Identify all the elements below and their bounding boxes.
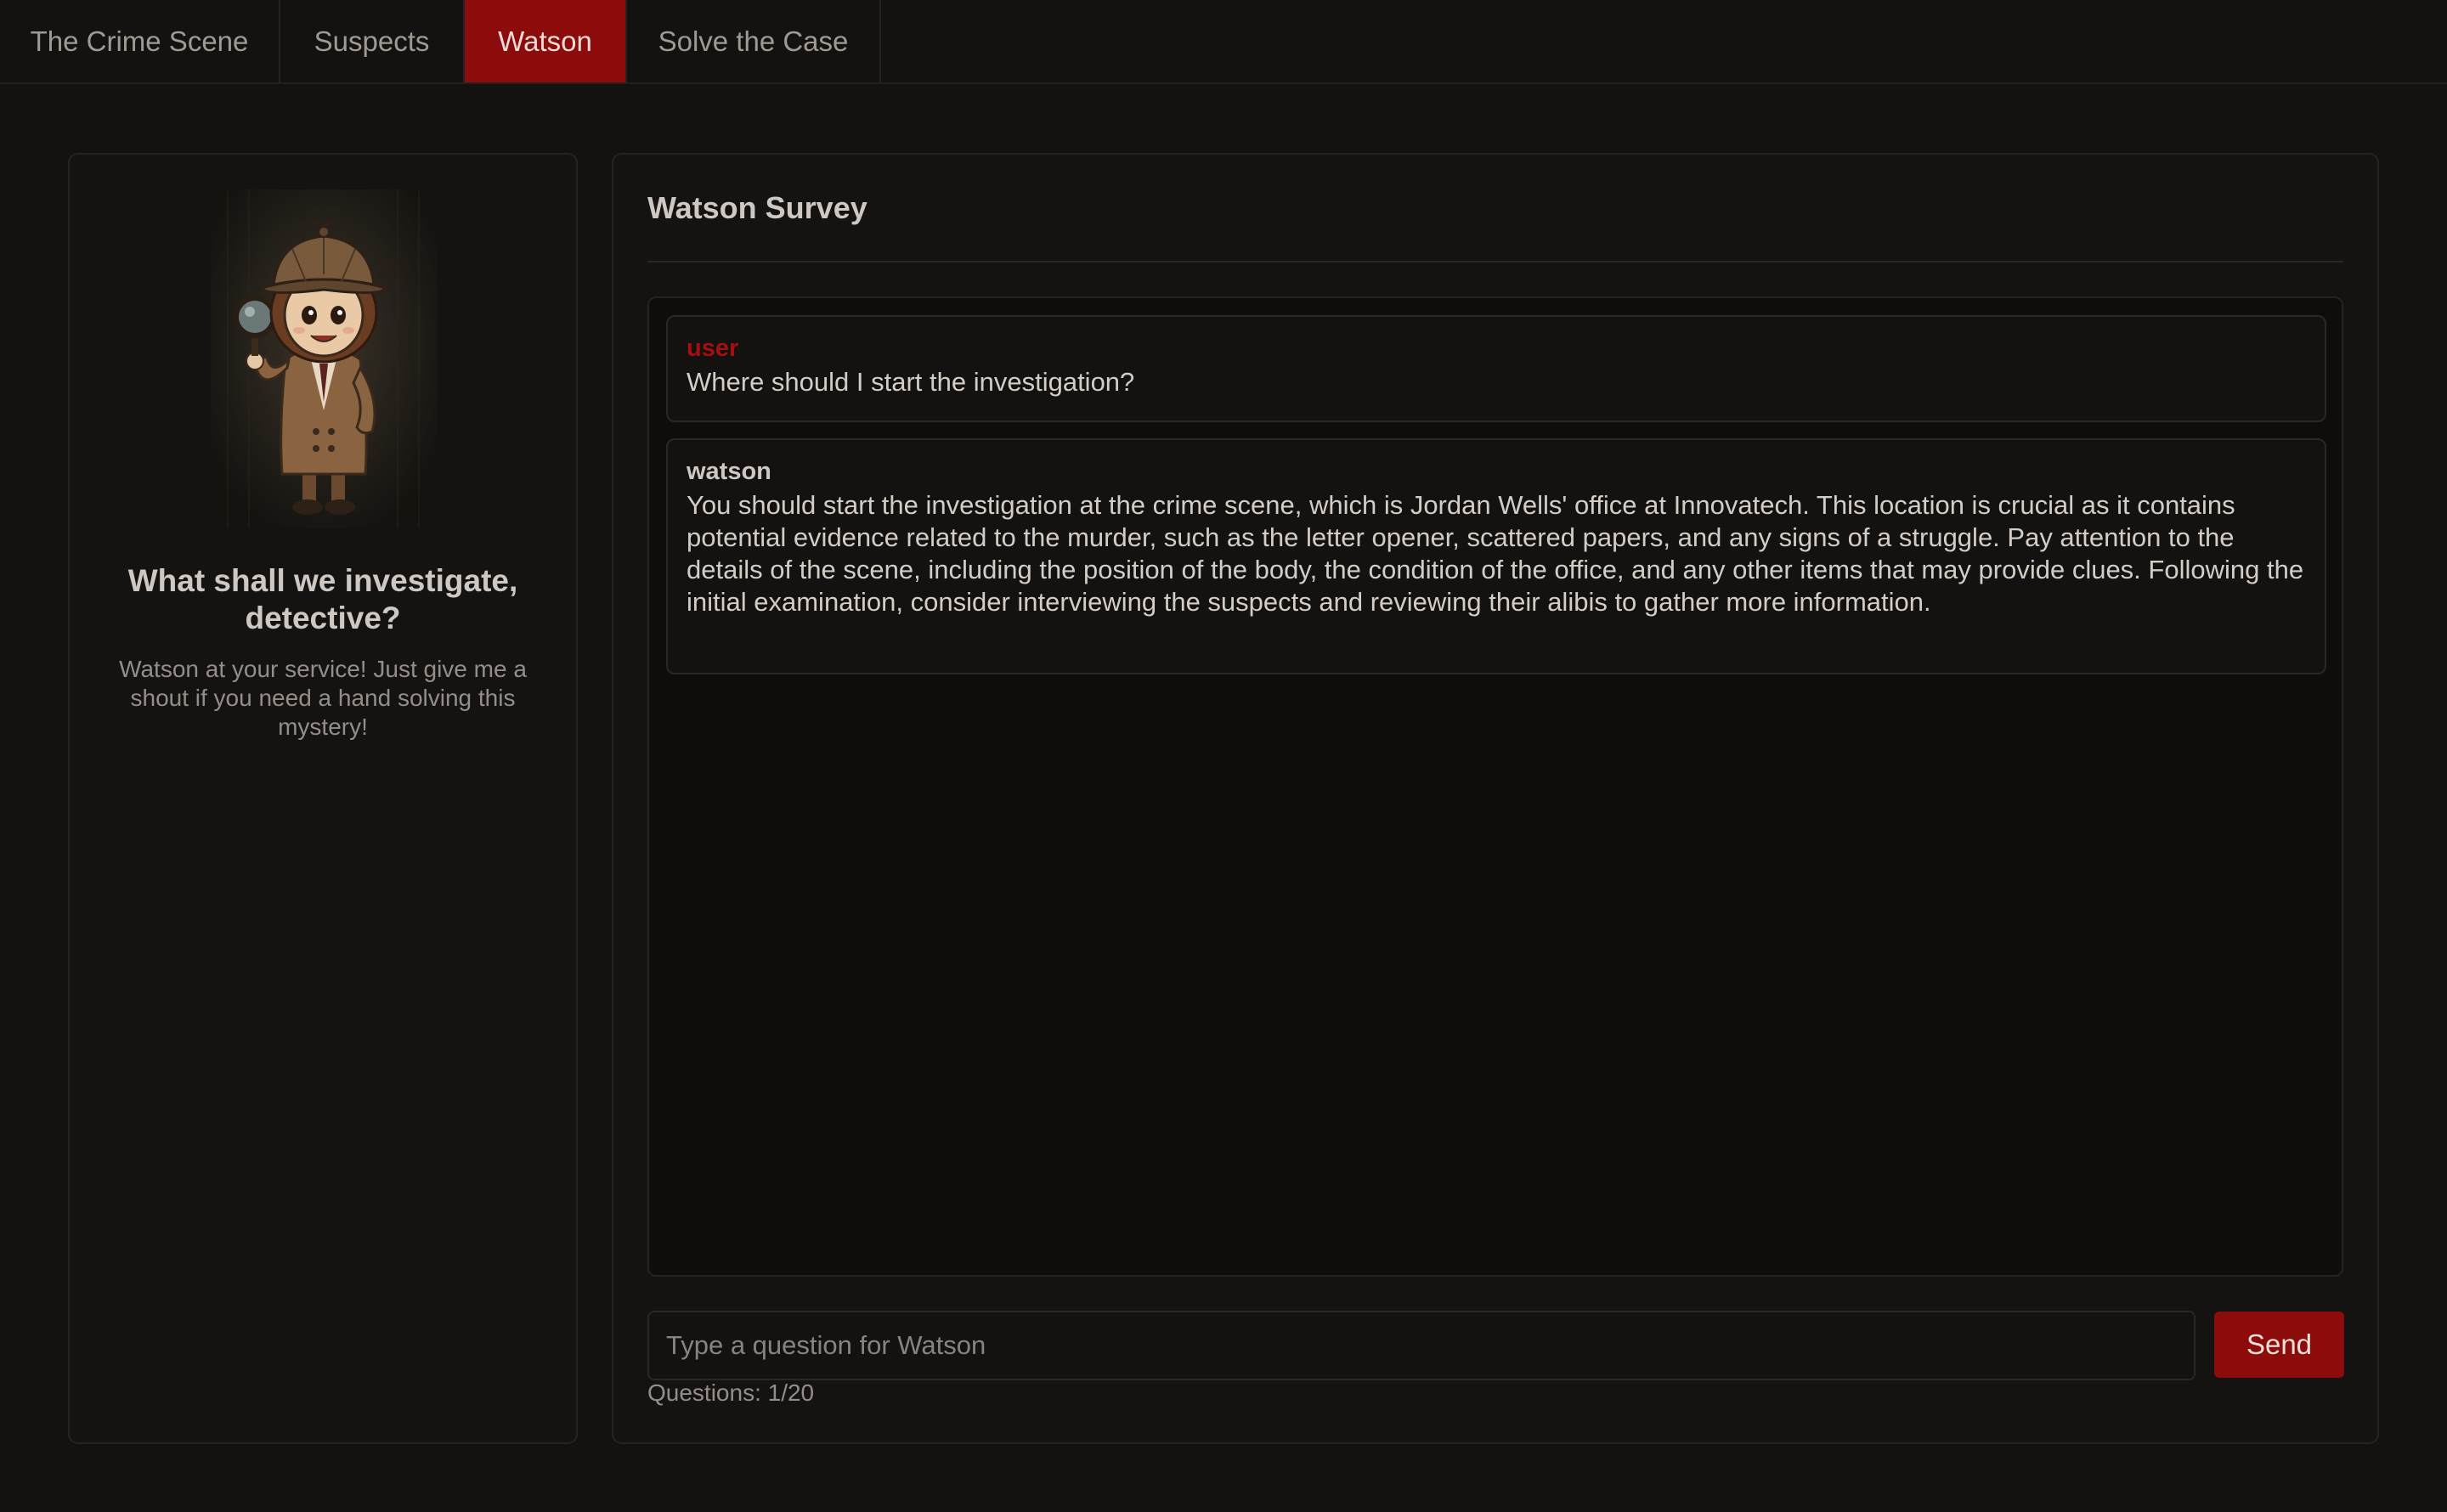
message-role: watson xyxy=(687,458,771,485)
watson-survey-panel: Watson Survey user Where should I start … xyxy=(612,153,2379,1444)
tab-watson[interactable]: Watson xyxy=(465,0,627,82)
tab-solve-the-case[interactable]: Solve the Case xyxy=(627,0,881,82)
questions-counter: Questions: 1/20 xyxy=(647,1379,815,1406)
sidebar-subtext: Watson at your service! Just give me a s… xyxy=(119,656,527,740)
tab-crime-scene[interactable]: The Crime Scene xyxy=(0,0,280,82)
message-role: user xyxy=(687,335,739,362)
tab-suspects[interactable]: Suspects xyxy=(280,0,465,82)
top-nav: The Crime Scene Suspects Watson Solve th… xyxy=(0,0,2447,84)
send-button[interactable]: Send xyxy=(2214,1312,2344,1378)
chat-log[interactable]: user Where should I start the investigat… xyxy=(647,296,2343,1277)
watson-profile-card: What shall we investigate, detective? Wa… xyxy=(68,153,578,1444)
sidebar-heading: What shall we investigate, detective? xyxy=(127,563,518,635)
question-input[interactable] xyxy=(647,1311,2196,1380)
message-text: Where should I start the investigation? xyxy=(687,367,1135,397)
detective-portrait-image xyxy=(211,189,437,528)
divider xyxy=(647,261,2343,262)
message-text: You should start the investigation at th… xyxy=(687,490,2304,617)
page-title: Watson Survey xyxy=(647,190,867,225)
chat-message-watson: watson You should start the investigatio… xyxy=(666,438,2326,674)
chat-message-user: user Where should I start the investigat… xyxy=(666,315,2326,422)
